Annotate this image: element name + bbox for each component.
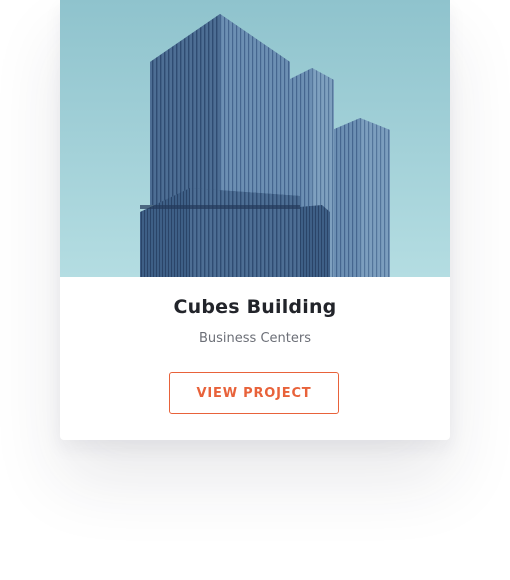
project-image (60, 0, 450, 277)
project-title: Cubes Building (173, 296, 337, 318)
page: Cubes Building Business Centers VIEW PRO… (0, 0, 510, 580)
project-category: Business Centers (199, 331, 311, 346)
view-project-button[interactable]: VIEW PROJECT (169, 372, 339, 414)
project-card: Cubes Building Business Centers VIEW PRO… (60, 0, 450, 440)
